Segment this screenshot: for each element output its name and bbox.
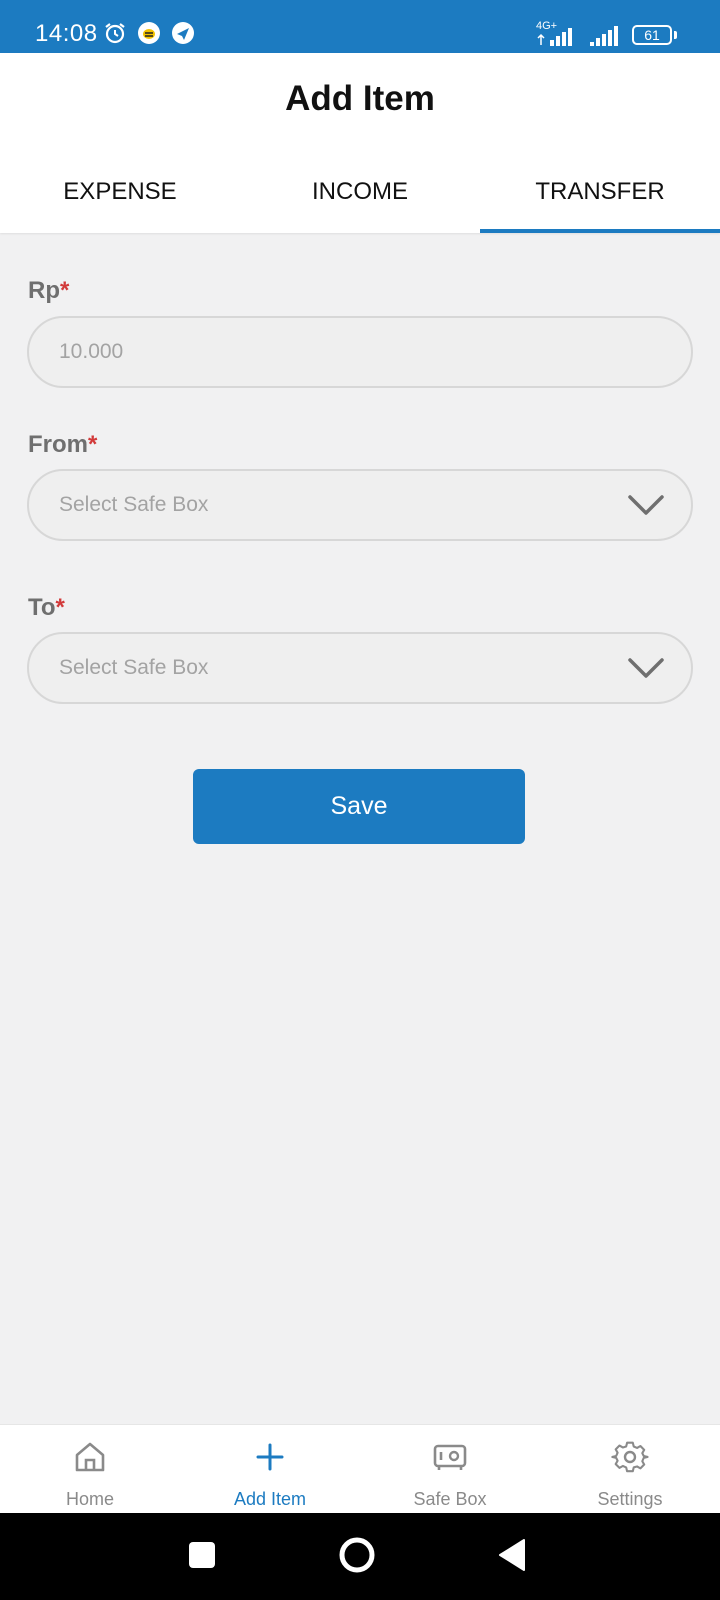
amount-label: Rp*: [28, 277, 69, 305]
battery-icon: 61: [632, 25, 672, 45]
plus-icon: [256, 1443, 284, 1471]
chevron-down-icon: [628, 658, 664, 678]
page-title: Add Item: [285, 79, 435, 118]
from-label-text: From: [28, 431, 88, 458]
bottom-nav: Home Add Item Safe Box Settings: [0, 1424, 720, 1513]
required-mark: *: [55, 594, 65, 621]
status-bar: 14:08 4G+ 61: [0, 0, 720, 53]
send-app-icon: [172, 22, 194, 44]
from-select-placeholder: Select Safe Box: [59, 493, 209, 516]
nav-label-settings: Settings: [597, 1489, 663, 1509]
nav-item-settings[interactable]: Settings: [540, 1425, 720, 1513]
to-safe-box-select[interactable]: Select Safe Box: [27, 632, 693, 704]
required-mark: *: [88, 431, 98, 458]
nav-item-safe-box[interactable]: Safe Box: [360, 1425, 540, 1513]
app-header: Add Item EXPENSE INCOME TRANSFER: [0, 53, 720, 233]
nav-label-add-item: Add Item: [233, 1489, 307, 1509]
to-label-text: To: [28, 594, 56, 621]
nav-item-add-item[interactable]: Add Item: [180, 1425, 360, 1513]
tab-expense[interactable]: EXPENSE: [0, 173, 240, 233]
signal-icon: [590, 26, 618, 46]
tab-bar: EXPENSE INCOME TRANSFER: [0, 173, 720, 233]
tab-transfer[interactable]: TRANSFER: [480, 173, 720, 233]
chevron-down-icon: [628, 495, 664, 515]
system-nav-bar: [0, 1513, 720, 1600]
save-button[interactable]: Save: [193, 769, 525, 844]
battery-tip: [674, 31, 677, 39]
to-select-placeholder: Select Safe Box: [59, 656, 209, 679]
amount-field[interactable]: [27, 316, 693, 388]
home-icon: [75, 1442, 105, 1472]
nav-label-safe-box: Safe Box: [413, 1489, 487, 1509]
back-icon[interactable]: [492, 1533, 536, 1577]
bee-app-icon: [138, 22, 160, 44]
nav-item-home[interactable]: Home: [0, 1425, 180, 1513]
recent-apps-icon[interactable]: [180, 1533, 224, 1577]
safe-box-icon: [433, 1444, 467, 1470]
nav-label-home: Home: [65, 1489, 114, 1509]
signal-icon: [537, 28, 572, 46]
from-safe-box-select[interactable]: Select Safe Box: [27, 469, 693, 541]
required-mark: *: [60, 277, 70, 304]
amount-label-text: Rp: [28, 277, 60, 304]
to-label: To*: [28, 594, 65, 622]
from-label: From*: [28, 431, 97, 459]
tab-income[interactable]: INCOME: [240, 173, 480, 233]
status-time: 14:08: [35, 20, 98, 47]
home-circle-icon[interactable]: [335, 1533, 379, 1577]
alarm-icon: [105, 23, 125, 44]
gear-icon: [611, 1441, 649, 1473]
amount-input[interactable]: [59, 318, 659, 386]
